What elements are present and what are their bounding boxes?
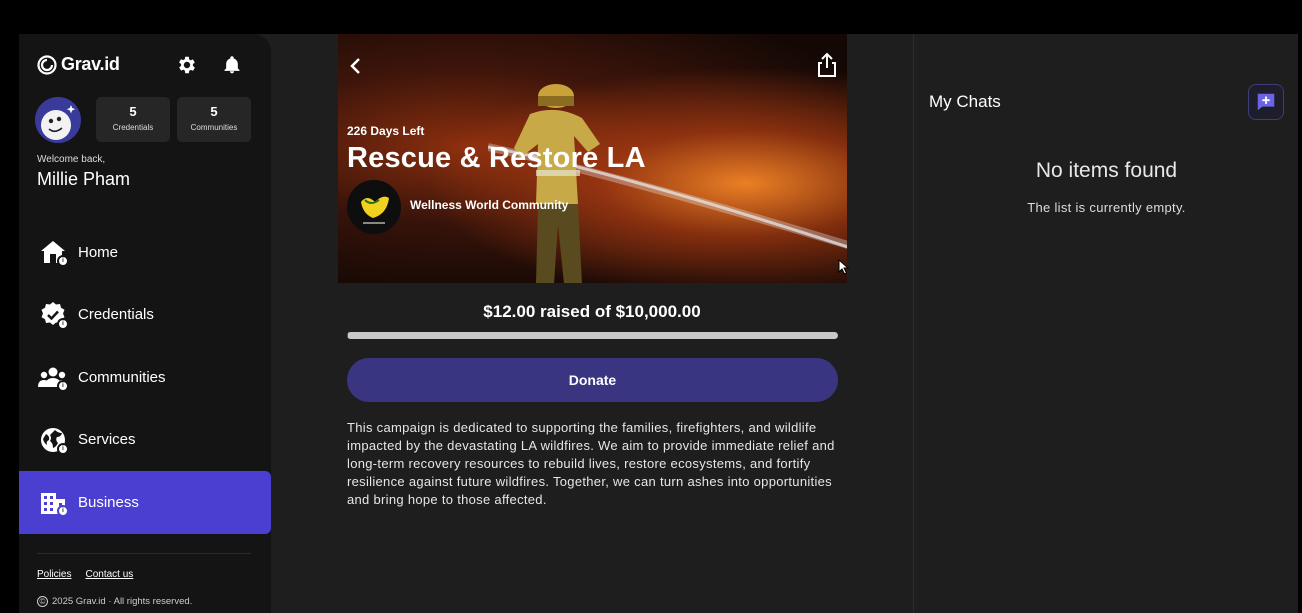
copyright-icon: © [37,596,48,607]
divider [37,553,251,554]
campaign-detail: 226 Days Left Rescue & Restore LA Wellne… [271,34,913,613]
new-chat-button[interactable] [1248,84,1284,120]
sidebar-item-label: Business [78,493,139,511]
stat-label: Communities [190,123,238,132]
funding-progress-bar [347,332,838,339]
days-left: 226 Days Left [347,124,425,138]
empty-state-title: No items found [1035,159,1178,182]
raised-amount: $12.00 raised of $10,000.00 [483,302,701,321]
back-chevron-icon[interactable] [344,54,368,78]
chats-title: My Chats [929,92,1001,111]
services-icon: i [38,425,69,455]
communities-icon: i [38,362,69,393]
chats-panel: My Chats No items found The list is curr… [913,34,1298,613]
progress-fill [347,332,348,339]
logo-text: Grav.id [61,54,120,74]
campaign-description: This campaign is dedicated to supporting… [347,420,835,507]
sidebar-item-business[interactable]: i Business [19,471,271,534]
app-window: Grav.id 5 Credentials 5 Communities Welc… [19,34,1298,613]
user-name: Millie Pham [37,169,131,189]
sidebar-item-label: Communities [78,368,166,386]
sidebar-item-label: Services [78,431,136,449]
firefighter-silhouette [514,84,600,283]
mouse-cursor-icon [838,259,850,275]
gear-icon[interactable] [175,53,199,77]
organization-name[interactable]: Wellness World Community [410,198,568,212]
welcome-text: Welcome back, [37,154,106,165]
avatar[interactable] [35,97,81,143]
stat-value: 5 [210,104,218,119]
sidebar-item-communities[interactable]: i Communities [19,346,271,409]
app-logo[interactable]: Grav.id [37,54,120,75]
donate-button[interactable]: Donate [347,358,838,402]
stat-value: 5 [129,104,137,119]
campaign-title: Rescue & Restore LA [347,142,646,174]
sidebar: Grav.id 5 Credentials 5 Communities Welc… [19,34,271,613]
logo-icon [37,54,57,75]
sidebar-item-home[interactable]: i Home [19,221,271,284]
campaign-hero-image: 226 Days Left Rescue & Restore LA Wellne… [338,34,847,283]
policies-link[interactable]: Policies [37,569,71,580]
credentials-icon: i [38,300,69,330]
organization-logo[interactable] [347,180,401,234]
stat-communities[interactable]: 5 Communities [177,97,251,142]
sidebar-item-services[interactable]: i Services [19,409,271,472]
sidebar-nav: i Home i Credentials i Communities i Ser… [19,221,271,534]
sidebar-item-label: Home [78,243,119,261]
copyright-text: 2025 Grav.id · All rights reserved. [52,596,193,607]
add-chat-icon [1257,93,1275,111]
copyright: © 2025 Grav.id · All rights reserved. [37,596,192,607]
share-icon[interactable] [815,52,839,78]
empty-state-subtitle: The list is currently empty. [1027,200,1186,215]
sidebar-item-label: Credentials [78,306,154,324]
home-icon: i [38,237,69,268]
contact-link[interactable]: Contact us [85,569,133,580]
stat-credentials[interactable]: 5 Credentials [96,97,170,142]
business-icon: i [38,487,69,518]
footer-links: Policies Contact us [37,569,133,580]
bell-icon[interactable] [220,53,244,77]
stat-label: Credentials [112,123,154,132]
sidebar-item-credentials[interactable]: i Credentials [19,284,271,347]
